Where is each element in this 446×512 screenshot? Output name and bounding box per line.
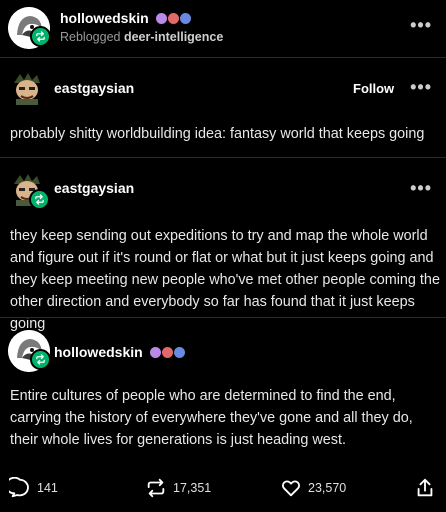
reblog-badge-icon bbox=[30, 349, 51, 370]
badge-icon bbox=[168, 13, 180, 25]
badge-icon bbox=[162, 347, 174, 359]
like-icon bbox=[282, 480, 300, 497]
badge-icon bbox=[150, 347, 162, 359]
reblog-badge-icon bbox=[30, 26, 51, 47]
more-options-button[interactable]: ••• bbox=[410, 77, 432, 98]
post1-username[interactable]: eastgaysian bbox=[54, 80, 134, 96]
post3-text: Entire cultures of people who are determ… bbox=[10, 388, 413, 448]
reblogged-from-link[interactable]: deer-intelligence bbox=[124, 30, 223, 44]
reply-button[interactable]: 141 bbox=[9, 477, 58, 499]
follow-button[interactable]: Follow bbox=[353, 81, 394, 96]
more-options-button[interactable]: ••• bbox=[410, 178, 432, 199]
post2-text: they keep sending out expeditions to try… bbox=[10, 228, 440, 332]
avatar-image bbox=[14, 73, 40, 105]
reply-icon bbox=[9, 477, 29, 498]
reblog-icon bbox=[35, 194, 44, 205]
post3-username[interactable]: hollowedskin bbox=[54, 344, 143, 360]
reblog-badge-icon bbox=[29, 189, 50, 210]
avatar-eastgaysian[interactable] bbox=[10, 71, 44, 105]
reblog-count: 17,351 bbox=[173, 481, 212, 495]
reblogged-line: Reblogged deer-intelligence bbox=[60, 30, 223, 44]
divider bbox=[0, 157, 446, 158]
reblog-button[interactable]: 17,351 bbox=[145, 477, 211, 499]
badge-icon bbox=[156, 13, 168, 25]
like-button[interactable]: 23,570 bbox=[280, 477, 346, 499]
user-badges bbox=[150, 347, 186, 359]
reblog-icon bbox=[36, 31, 45, 42]
reblogged-prefix: Reblogged bbox=[60, 30, 121, 44]
badge-icon bbox=[174, 347, 186, 359]
like-count: 23,570 bbox=[308, 481, 347, 495]
header-username[interactable]: hollowedskin bbox=[60, 10, 149, 26]
share-icon bbox=[417, 478, 433, 497]
reblog-icon bbox=[36, 354, 45, 365]
divider bbox=[0, 57, 446, 58]
more-options-button[interactable]: ••• bbox=[410, 15, 432, 36]
user-badges bbox=[156, 13, 192, 25]
reply-count: 141 bbox=[37, 481, 58, 495]
badge-icon bbox=[180, 13, 192, 25]
divider bbox=[0, 317, 446, 318]
post1-text: probably shitty worldbuilding idea: fant… bbox=[10, 126, 425, 142]
post2-username[interactable]: eastgaysian bbox=[54, 180, 134, 196]
share-button[interactable] bbox=[414, 477, 436, 504]
post3-username-row: hollowedskin bbox=[54, 344, 186, 362]
reblog-icon bbox=[147, 478, 165, 498]
header-username-row: hollowedskin bbox=[60, 10, 192, 28]
